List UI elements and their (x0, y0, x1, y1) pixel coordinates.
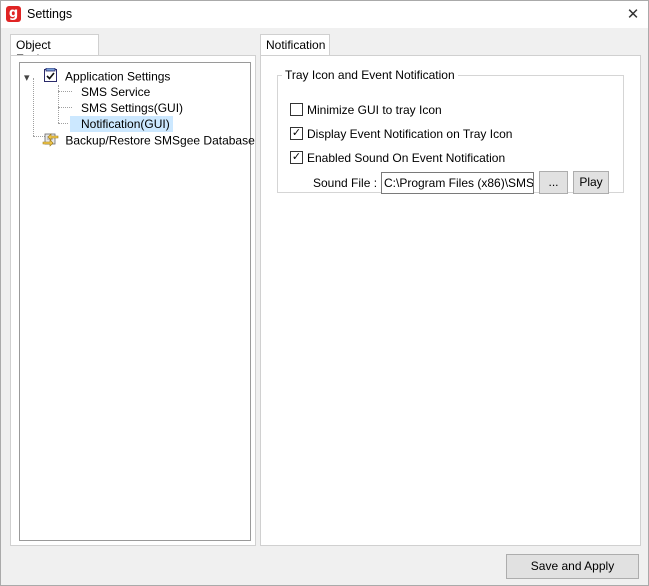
settings-window: g Settings ✕ Object Explorer ▾ (0, 0, 649, 586)
display-event-notification-option[interactable]: ✓ Display Event Notification on Tray Icon (290, 127, 512, 143)
chevron-down-icon[interactable]: ▾ (24, 70, 38, 86)
sound-file-input[interactable]: C:\Program Files (x86)\SMSgee (381, 172, 534, 194)
object-explorer-panel: ▾ Application Settings SMS Service SMS S… (10, 55, 256, 546)
minimize-to-tray-option[interactable]: Minimize GUI to tray Icon (290, 103, 442, 119)
tree-label: Backup/Restore SMSgee Database (65, 133, 255, 148)
tree-guide-line (58, 91, 72, 92)
settings-tree[interactable]: ▾ Application Settings SMS Service SMS S… (19, 62, 255, 541)
tree-node-backup-restore[interactable]: Backup/Restore SMSgee Database (42, 132, 255, 148)
play-button[interactable]: Play (573, 171, 609, 194)
app-logo-icon: g (6, 6, 21, 22)
group-title: Tray Icon and Event Notification (285, 68, 455, 82)
enable-sound-option[interactable]: ✓ Enabled Sound On Event Notification (290, 151, 505, 167)
tree-label: SMS Settings(GUI) (81, 101, 184, 115)
tree-node-application-settings[interactable]: ▾ Application Settings (24, 67, 171, 87)
tree-node-sms-settings[interactable]: SMS Settings(GUI) (81, 100, 183, 116)
tree-node-notification[interactable]: Notification(GUI) (70, 116, 173, 132)
tree-label: SMS Service (81, 85, 151, 99)
tree-guide-line (33, 78, 34, 136)
tree-label: Notification(GUI) (81, 117, 170, 131)
tree-guide-line (58, 107, 72, 108)
tree-guide-line (58, 123, 68, 124)
tray-notification-group: Tray Icon and Event Notification Minimiz… (277, 68, 624, 194)
option-label: Enabled Sound On Event Notification (307, 151, 506, 165)
tab-object-explorer[interactable]: Object Explorer (10, 34, 99, 66)
browse-button[interactable]: ... (539, 171, 568, 194)
enable-sound-checkbox[interactable]: ✓ (290, 151, 303, 165)
option-label: Minimize GUI to tray Icon (307, 103, 442, 117)
sound-file-label: Sound File : (313, 176, 378, 190)
tree-node-sms-service[interactable]: SMS Service (81, 84, 150, 100)
close-button[interactable]: ✕ (618, 1, 648, 28)
close-icon: ✕ (626, 6, 640, 23)
tab-notification[interactable]: Notification (260, 34, 330, 56)
tree-label: Application Settings (65, 69, 171, 84)
save-and-apply-button[interactable]: Save and Apply (506, 554, 639, 579)
option-label: Display Event Notification on Tray Icon (307, 127, 513, 141)
minimize-to-tray-checkbox[interactable] (290, 103, 303, 117)
backup-restore-icon (42, 132, 59, 151)
title-bar: g Settings ✕ (1, 1, 648, 28)
window-title: Settings (27, 7, 73, 21)
display-event-notification-checkbox[interactable]: ✓ (290, 127, 303, 141)
notification-panel: Tray Icon and Event Notification Minimiz… (260, 55, 641, 546)
checklist-icon (43, 67, 58, 87)
